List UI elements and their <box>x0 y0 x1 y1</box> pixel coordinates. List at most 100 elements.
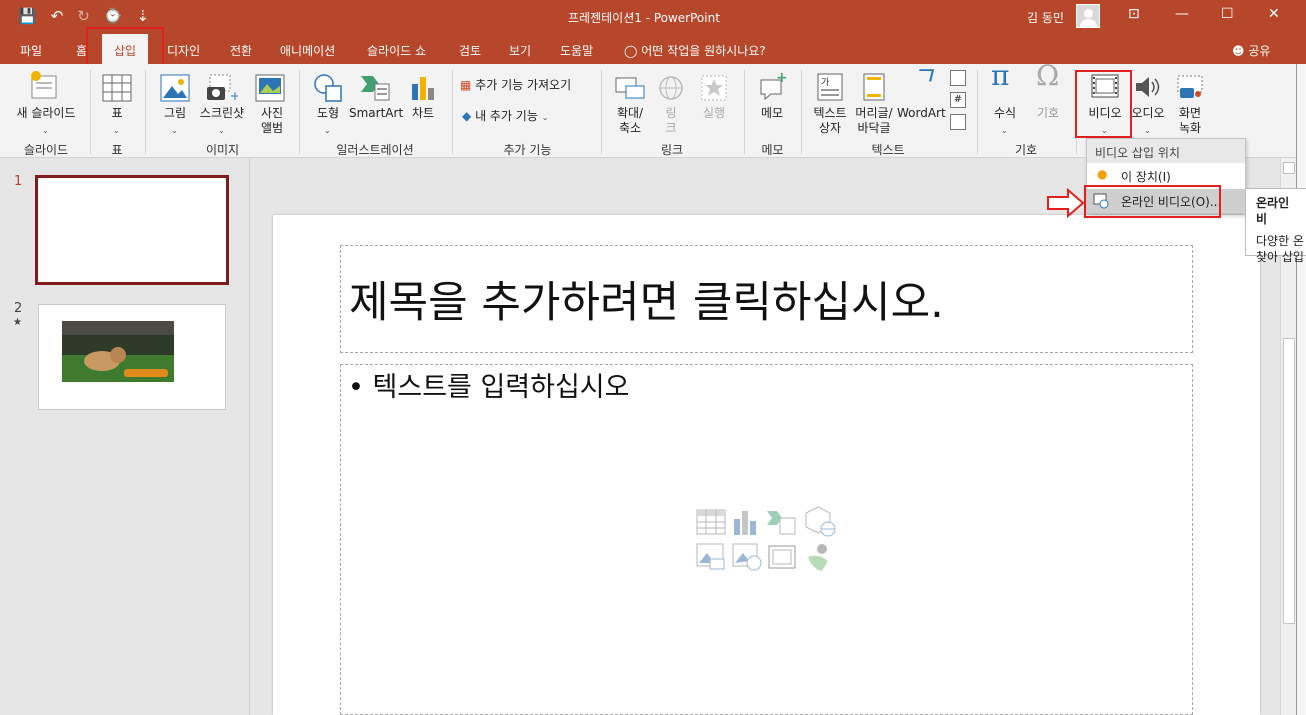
object-icon[interactable] <box>950 114 966 130</box>
title-placeholder-text: 제목을 추가하려면 클릭하십시오. <box>349 278 944 328</box>
insert-table-icon[interactable] <box>696 509 726 535</box>
tell-me-label: 어떤 작업을 원하시나요? <box>641 44 766 58</box>
table-label: 표 <box>111 106 123 120</box>
photo-album-button[interactable]: 사진 앨범 <box>250 68 290 138</box>
user-avatar[interactable] <box>1076 4 1100 28</box>
menu-header: 비디오 삽입 위치 <box>1087 139 1245 163</box>
slide-number-icon[interactable]: # <box>950 92 966 108</box>
chevron-down-icon: ⌄ <box>42 126 49 135</box>
my-addins-button[interactable]: ◆ 내 추가 기능 ⌄ <box>462 109 582 129</box>
insert-chart-icon[interactable] <box>732 509 760 535</box>
screenshot-icon: + <box>207 74 238 102</box>
group-label-links: 링크 <box>660 143 684 157</box>
tab-view[interactable]: 보기 <box>509 42 531 59</box>
tab-review[interactable]: 검토 <box>459 42 481 59</box>
shapes-button[interactable]: 도형 ⌄ <box>306 68 350 138</box>
get-addins-button[interactable]: ▦ 추가 기능 가져오기 <box>460 78 592 98</box>
store-icon: ▦ <box>460 78 472 92</box>
action-button[interactable]: 실행 <box>694 68 734 138</box>
redo-icon[interactable]: ↻ <box>77 7 90 25</box>
picture-button[interactable]: 그림 ⌄ <box>155 68 195 138</box>
chart-label: 차트 <box>411 106 435 120</box>
insert-online-picture-icon[interactable] <box>732 543 762 571</box>
tab-design[interactable]: 디자인 <box>167 42 200 59</box>
group-label-slides: 슬라이드 <box>23 143 69 157</box>
lightbulb-icon: ◯ <box>624 44 638 58</box>
slide-thumbnails-pane: 1 2 ★ <box>0 158 250 715</box>
textbox-icon: 가 <box>817 73 843 101</box>
action-label: 실행 <box>702 106 726 120</box>
textbox-button[interactable]: 가 텍스트 상자 <box>808 68 852 138</box>
svg-text:+: + <box>230 89 238 102</box>
content-placeholder[interactable]: • 텍스트를 입력하십시오 <box>340 364 1193 715</box>
animation-star-icon: ★ <box>13 317 22 328</box>
slide-thumbnail-1[interactable] <box>35 175 229 285</box>
menu-item-label: 이 장치(I) <box>1121 170 1171 184</box>
tab-help[interactable]: 도움말 <box>560 42 593 59</box>
red-arrow-icon <box>1047 188 1085 218</box>
screen-recording-button[interactable]: 화면 녹화 <box>1170 68 1210 138</box>
zoom-label: 확대/ 축소 <box>616 106 644 135</box>
comment-label: 메모 <box>760 106 784 120</box>
audio-button[interactable]: 오디오 ⌄ <box>1128 68 1168 138</box>
omega-icon: Ω <box>1036 59 1060 92</box>
minimize-button[interactable]: — <box>1175 6 1189 22</box>
tell-me-box[interactable]: ◯ 어떤 작업을 원하시나요? <box>624 42 766 59</box>
new-slide-button[interactable]: 새 슬라이드 ⌄ <box>8 68 84 138</box>
link-label: 링 크 <box>665 106 677 135</box>
quick-access-toolbar: 💾 ↶ ↻ ⌚ ⇣ <box>18 7 149 25</box>
group-label-images: 이미지 <box>205 143 240 157</box>
save-icon[interactable]: 💾 <box>18 7 37 25</box>
title-placeholder[interactable]: 제목을 추가하려면 클릭하십시오. <box>340 245 1193 353</box>
equation-button[interactable]: π 수식 ⌄ <box>985 62 1025 138</box>
wordart-icon: ㄱ <box>911 62 935 92</box>
close-button[interactable]: ✕ <box>1268 6 1280 22</box>
slide-thumbnail-2[interactable] <box>38 304 226 410</box>
insert-smartart-icon[interactable] <box>766 509 796 535</box>
chart-icon <box>412 77 434 100</box>
insert-video-icon[interactable] <box>768 545 796 569</box>
insert-3d-model-icon[interactable] <box>804 505 836 537</box>
screenshot-button[interactable]: + 스크린샷 ⌄ <box>196 68 248 138</box>
comment-button[interactable]: + 메모 <box>752 68 792 138</box>
online-video-tooltip: 온라인 비 다양한 온 찾아 삽입 <box>1245 188 1306 264</box>
maximize-button[interactable]: ☐ <box>1221 6 1234 22</box>
undo-icon[interactable]: ↶ <box>51 7 64 25</box>
header-footer-button[interactable]: 머리글/ 바닥글 <box>852 68 896 138</box>
highlight-video-button <box>1075 70 1132 138</box>
tab-slideshow[interactable]: 슬라이드 쇼 <box>367 42 426 59</box>
scrollbar-thumb[interactable] <box>1283 338 1295 624</box>
insert-icons-icon[interactable] <box>804 541 834 573</box>
group-label-comments: 메모 <box>761 143 784 157</box>
chart-button[interactable]: 차트 <box>403 68 443 138</box>
table-button[interactable]: 표 ⌄ <box>97 68 137 138</box>
dot-icon: ● <box>1097 167 1108 181</box>
customize-qat-icon[interactable]: ⇣ <box>137 7 150 25</box>
ribbon-display-options-icon[interactable]: ⊡ <box>1128 6 1140 22</box>
share-button[interactable]: ☻ 공유 <box>1232 42 1270 59</box>
tooltip-body: 다양한 온 찾아 삽입 <box>1256 234 1304 264</box>
my-addins-label: 내 추가 기능 <box>475 109 538 123</box>
symbol-button[interactable]: Ω 기호 <box>1028 59 1068 138</box>
chevron-down-icon: ⌄ <box>171 126 178 135</box>
globe-link-icon <box>659 76 683 100</box>
zoom-button[interactable]: 확대/ 축소 <box>608 68 652 138</box>
tab-file[interactable]: 파일 <box>20 42 42 59</box>
scroll-up-button[interactable] <box>1283 162 1295 174</box>
tab-animations[interactable]: 애니메이션 <box>280 42 335 59</box>
tab-transitions[interactable]: 전환 <box>230 42 252 59</box>
shapes-label: 도형 <box>316 106 340 120</box>
date-time-icon[interactable] <box>950 70 966 86</box>
wordart-button[interactable]: ㄱ WordArt <box>897 62 946 138</box>
insert-picture-icon[interactable] <box>696 543 726 571</box>
table-icon <box>102 74 132 102</box>
svg-text:+: + <box>776 72 788 86</box>
header-footer-icon <box>863 73 885 101</box>
group-label-addins: 추가 기능 <box>503 143 552 157</box>
present-from-start-icon[interactable]: ⌚ <box>104 7 123 25</box>
star-action-icon <box>701 75 727 101</box>
link-button[interactable]: 링 크 <box>654 68 688 138</box>
smartart-button[interactable]: SmartArt <box>349 68 403 138</box>
user-name[interactable]: 김 동민 <box>1027 9 1064 26</box>
audio-label: 오디오 <box>1131 106 1165 120</box>
